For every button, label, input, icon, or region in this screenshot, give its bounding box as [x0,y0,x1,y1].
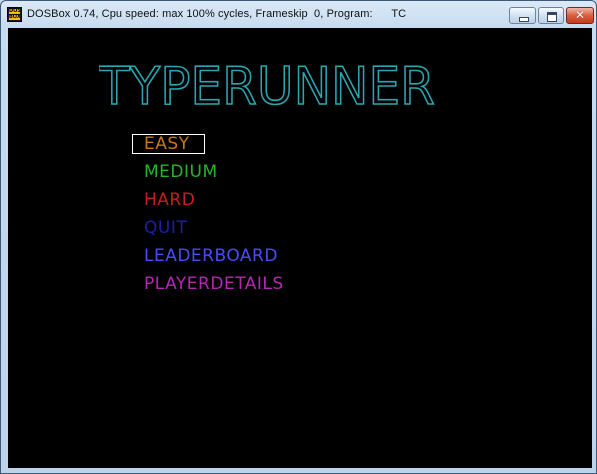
minimize-button[interactable] [509,7,536,24]
game-title-text: TYPERUNNER [99,58,435,110]
menu-item-easy[interactable]: EASY [144,134,190,154]
title-bar[interactable]: DOS BOX DOSBox 0.74, Cpu speed: max 100%… [1,1,596,28]
maximize-button[interactable] [538,7,564,24]
close-button[interactable]: ✕ [566,7,594,24]
dosbox-app-icon[interactable]: DOS BOX [7,7,22,22]
maximize-icon [547,12,557,22]
close-icon: ✕ [574,8,586,22]
menu-item-playerdetails[interactable]: PLAYERDETAILS [144,274,284,294]
window-title: DOSBox 0.74, Cpu speed: max 100% cycles,… [27,8,407,20]
icon-text-bottom: BOX [9,14,21,20]
game-title: TYPERUNNER [99,58,436,110]
menu-item-medium[interactable]: MEDIUM [144,162,218,182]
dosbox-window: DOS BOX DOSBox 0.74, Cpu speed: max 100%… [0,0,597,474]
dos-screen[interactable]: TYPERUNNER EASY MEDIUM HARD QUIT LEADERB… [8,28,592,468]
menu-item-hard[interactable]: HARD [144,190,195,210]
menu-item-leaderboard[interactable]: LEADERBOARD [144,246,278,266]
menu-item-quit[interactable]: QUIT [144,218,187,238]
minimize-icon [519,17,529,22]
